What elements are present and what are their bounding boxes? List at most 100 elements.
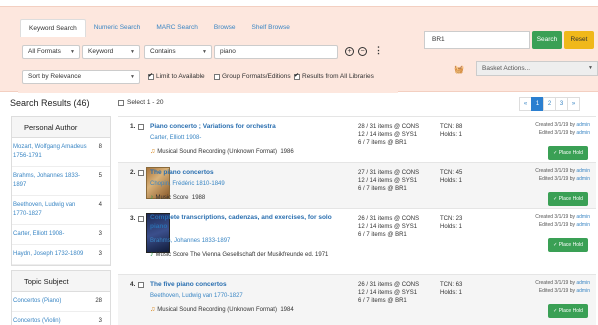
tab-keyword-search[interactable]: Keyword Search — [20, 19, 86, 37]
result-number: 1. — [130, 123, 136, 130]
holding-line: 28 / 31 items @ CONS — [358, 124, 420, 130]
tab-shelf-browse[interactable]: Shelf Browse — [244, 19, 298, 37]
facet-item-label: Haydn, Joseph 1732-1809 — [13, 251, 84, 257]
result-row: 2. The piano concertos Chopin, Frédéric … — [118, 162, 596, 208]
search-button[interactable]: Search — [532, 31, 562, 49]
place-hold-button[interactable]: ✓ Place Hold — [548, 192, 588, 206]
facet-item-count: 5 — [98, 173, 102, 179]
result-format: ♫ Musical Sound Recording (Unknown Format… — [150, 305, 294, 315]
tcn-label: TCN: 63 — [440, 282, 463, 288]
created-label: Created 3/1/19 by — [535, 168, 575, 174]
more-options-icon[interactable]: ⋮ — [374, 46, 383, 55]
field-select[interactable]: Keyword ▼ — [82, 45, 140, 59]
format-select[interactable]: All Formats ▼ — [22, 45, 80, 59]
result-title-link[interactable]: Complete transcriptions, cadenzas, and e… — [150, 213, 350, 231]
edited-by-link[interactable]: admin — [576, 288, 590, 294]
group-formats-checkbox[interactable]: Group Formats/Editions — [214, 73, 291, 80]
music-score-icon: ♪ — [150, 194, 154, 201]
facet-item[interactable]: Concertos (Violin) 3 — [12, 312, 110, 325]
holding-line: 12 / 14 items @ SYS1 — [358, 224, 418, 230]
holds-label: Holds: 1 — [440, 290, 463, 296]
edited-label: Edited 3/1/19 by — [538, 130, 575, 136]
facet-item-count: 3 — [98, 318, 102, 324]
field-select-value: Keyword — [88, 48, 114, 55]
created-by-link[interactable]: admin — [576, 280, 590, 286]
edited-by-link[interactable]: admin — [576, 222, 590, 228]
operator-select-value: Contains — [150, 48, 176, 55]
holding-line: 27 / 31 items @ CONS — [358, 170, 420, 176]
query-input[interactable]: piano — [214, 45, 338, 59]
facet-item-label: Concertos (Violin) — [13, 318, 61, 324]
result-title-link[interactable]: Piano concerto ; Variations for orchestr… — [150, 122, 276, 131]
place-hold-button[interactable]: ✓ Place Hold — [548, 146, 588, 160]
place-hold-label: Place Hold — [558, 308, 583, 314]
created-by-link[interactable]: admin — [576, 214, 590, 220]
limit-available-label: Limit to Available — [156, 73, 205, 80]
plus-circle-icon[interactable]: + — [345, 47, 354, 56]
sort-select[interactable]: Sort by Relevance ▼ — [22, 70, 140, 84]
minus-circle-icon[interactable]: − — [358, 47, 367, 56]
result-select-checkbox[interactable] — [138, 124, 144, 130]
checkbox-checked-icon — [294, 72, 300, 80]
place-hold-button[interactable]: ✓ Place Hold — [548, 304, 588, 318]
result-title-link[interactable]: The five piano concertos — [150, 280, 227, 289]
result-author-link[interactable]: Carter, Elliott 1908- — [150, 135, 201, 141]
tab-marc-search[interactable]: MARC Search — [148, 19, 206, 37]
select-page-label: Select 1 - 20 — [127, 99, 164, 106]
facet-item[interactable]: Beethoven, Ludwig van 1770-1827 4 — [12, 196, 110, 225]
result-tcn: TCN: 23 Holds: 1 — [440, 215, 462, 231]
result-author-link[interactable]: Beethoven, Ludwig van 1770-1827 — [150, 293, 243, 299]
checkbox-unchecked-icon — [214, 73, 220, 80]
basket-icon[interactable]: 🧺 — [454, 65, 464, 74]
result-select-checkbox[interactable] — [138, 216, 144, 222]
limit-available-checkbox[interactable]: Limit to Available — [148, 72, 205, 80]
edited-label: Edited 3/1/19 by — [538, 222, 575, 228]
search-tabs: Keyword Search Numeric Search MARC Searc… — [20, 19, 298, 37]
result-holdings: 26 / 31 items @ CONS 12 / 14 items @ SYS… — [358, 215, 419, 239]
page-next[interactable]: » — [567, 97, 580, 111]
result-select-checkbox[interactable] — [138, 170, 144, 176]
facet-item[interactable]: Brahms, Johannes 1833-1897 5 — [12, 167, 110, 196]
result-audit: Created 3/1/19 by admin Edited 3/1/19 by… — [535, 167, 590, 183]
basket-actions-select[interactable]: Basket Actions... ▼ — [476, 61, 598, 76]
operator-select[interactable]: Contains ▼ — [144, 45, 212, 59]
result-holdings: 26 / 31 items @ CONS 12 / 14 items @ SYS… — [358, 281, 419, 305]
location-input[interactable]: BR1 — [424, 31, 530, 49]
result-row: 4. The five piano concertos Beethoven, L… — [118, 274, 596, 325]
format-select-value: All Formats — [28, 48, 61, 55]
edited-by-link[interactable]: admin — [576, 130, 590, 136]
select-page-checkbox[interactable]: Select 1 - 20 — [118, 99, 164, 106]
facet-item-label: Carter, Elliott 1908- — [13, 231, 65, 237]
result-title-link[interactable]: The piano concertos — [150, 168, 214, 177]
result-author-link[interactable]: Brahms, Johannes 1833-1897 — [150, 238, 230, 244]
place-hold-label: Place Hold — [558, 242, 583, 248]
created-by-link[interactable]: admin — [576, 122, 590, 128]
place-hold-label: Place Hold — [558, 150, 583, 156]
edited-by-link[interactable]: admin — [576, 176, 590, 182]
holding-line: 6 / 7 items @ BR1 — [358, 298, 407, 304]
checkbox-unchecked-icon — [118, 99, 124, 106]
holding-line: 6 / 7 items @ BR1 — [358, 140, 407, 146]
tcn-label: TCN: 45 — [440, 170, 463, 176]
facet-item[interactable]: Carter, Elliott 1908- 3 — [12, 225, 110, 245]
place-hold-button[interactable]: ✓ Place Hold — [548, 238, 588, 252]
result-select-checkbox[interactable] — [138, 282, 144, 288]
result-author-link[interactable]: Chopin, Frédéric 1810-1849 — [150, 181, 225, 187]
tab-browse[interactable]: Browse — [206, 19, 244, 37]
result-format-label: Music Score The Vienna Gesellschaft der … — [155, 252, 314, 258]
reset-button[interactable]: Reset — [564, 31, 594, 49]
tcn-label: TCN: 23 — [440, 216, 463, 222]
result-format-label: Music Score — [155, 195, 189, 201]
tab-numeric-search[interactable]: Numeric Search — [86, 19, 149, 37]
facet-item[interactable]: Mozart, Wolfgang Amadeus 1756-1791 8 — [12, 138, 110, 167]
search-form: All Formats ▼ Keyword ▼ Contains ▼ piano + … — [18, 37, 398, 93]
facet-item[interactable]: Concertos (Piano) 28 — [12, 292, 110, 312]
all-libraries-checkbox[interactable]: Results from All Libraries — [294, 72, 374, 80]
result-tcn: TCN: 45 Holds: 1 — [440, 169, 462, 185]
result-format-label: Musical Sound Recording (Unknown Format) — [157, 149, 277, 155]
created-by-link[interactable]: admin — [576, 168, 590, 174]
results-title: Search Results (46) — [10, 98, 90, 108]
holds-label: Holds: 1 — [440, 132, 463, 138]
facet-item[interactable]: Haydn, Joseph 1732-1809 3 — [12, 245, 110, 265]
result-year: 1984 — [280, 307, 294, 313]
